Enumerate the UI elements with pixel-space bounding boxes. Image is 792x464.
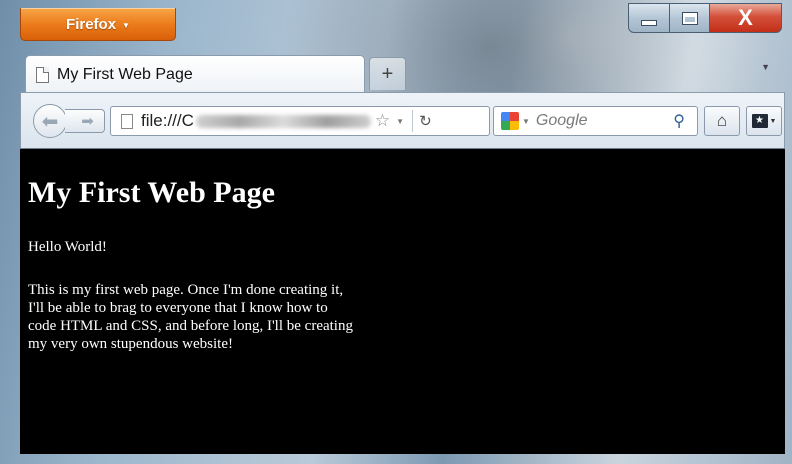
- caret-down-icon: ▼: [122, 20, 130, 30]
- firefox-menu-button[interactable]: Firefox ▼: [20, 8, 176, 41]
- paragraph-intro: This is my first web page. Once I'm done…: [28, 282, 353, 352]
- search-engine-dropdown-icon[interactable]: ▼: [522, 117, 530, 126]
- bookmarks-icon: ★: [751, 114, 768, 128]
- bookmarks-dropdown-icon: ▼: [769, 117, 777, 125]
- search-bar[interactable]: ▼ Google ⚲: [493, 106, 698, 136]
- maximize-icon: [681, 11, 698, 25]
- close-button[interactable]: X: [710, 3, 782, 33]
- document-icon: [36, 66, 49, 83]
- close-icon: X: [738, 5, 753, 30]
- search-icon[interactable]: ⚲: [673, 111, 685, 131]
- search-placeholder: Google: [535, 112, 588, 129]
- window-controls: X: [628, 3, 782, 38]
- url-history-dropdown-icon[interactable]: ▼: [396, 117, 404, 126]
- page-content: My First Web Page Hello World! This is m…: [20, 149, 785, 454]
- back-button[interactable]: ⬅: [33, 104, 67, 138]
- forward-button[interactable]: ➡: [65, 109, 105, 133]
- page-heading: My First Web Page: [28, 176, 275, 209]
- new-tab-button[interactable]: +: [369, 57, 406, 90]
- reload-icon[interactable]: ↻: [419, 112, 432, 130]
- navigation-toolbar: ⬅ ➡ file:///C ☆ ▼ ↻ ▼ Google ⚲ ⌂ ★ ▼: [20, 92, 785, 149]
- firefox-menu-label: Firefox: [66, 15, 117, 33]
- site-identity-icon: [121, 113, 133, 129]
- tab-title: My First Web Page: [57, 65, 193, 83]
- bookmarks-button[interactable]: ★ ▼: [746, 106, 782, 136]
- url-text: file:///C: [141, 111, 194, 130]
- plus-icon: +: [381, 62, 394, 85]
- home-icon: ⌂: [716, 111, 728, 130]
- minimize-icon: [641, 20, 657, 26]
- maximize-button[interactable]: [670, 3, 710, 33]
- google-icon[interactable]: [501, 112, 519, 130]
- minimize-button[interactable]: [628, 3, 670, 33]
- tab-list-dropdown-icon[interactable]: ▼: [761, 62, 770, 72]
- tab-my-first-web-page[interactable]: My First Web Page: [25, 55, 365, 93]
- redacted-path: [195, 114, 371, 128]
- home-button[interactable]: ⌂: [704, 106, 740, 136]
- back-icon: ⬅: [41, 110, 59, 133]
- url-bar[interactable]: file:///C ☆ ▼ ↻: [110, 106, 490, 136]
- star-icon[interactable]: ☆: [375, 111, 390, 131]
- url-bar-separator: [412, 110, 414, 132]
- forward-icon: ➡: [81, 113, 94, 130]
- paragraph-hello: Hello World!: [28, 239, 107, 255]
